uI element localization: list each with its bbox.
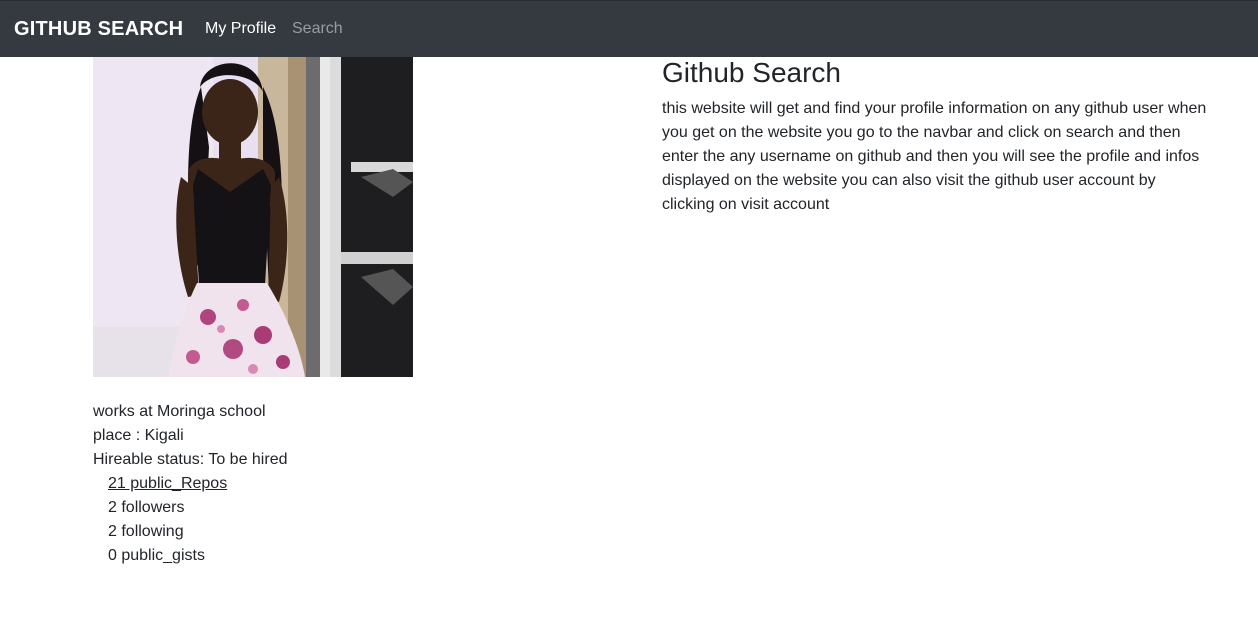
profile-place: place : Kigali [93, 427, 184, 444]
navbar: GITHUB SEARCH My Profile Search [0, 0, 1258, 57]
following-count: 2 following [108, 523, 184, 540]
public-gists-count: 0 public_gists [108, 547, 205, 564]
nav-search[interactable]: Search [292, 20, 343, 38]
profile-avatar [93, 57, 413, 377]
followers-count: 2 followers [108, 499, 185, 516]
profile-hireable: Hireable status: To be hired [93, 451, 288, 468]
nav-my-profile[interactable]: My Profile [205, 20, 276, 38]
page-description: this website will get and find your prof… [662, 100, 1207, 213]
public-repos-link[interactable]: 21 public_Repos [108, 475, 227, 493]
profile-company: works at Moringa school [93, 403, 266, 420]
brand-link[interactable]: GITHUB SEARCH [14, 18, 183, 41]
page-title: Github Search [662, 57, 841, 88]
